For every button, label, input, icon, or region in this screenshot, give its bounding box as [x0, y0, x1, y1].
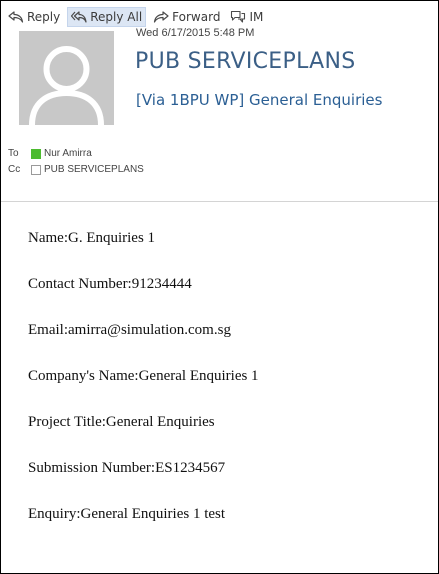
reply-all-label: Reply All — [90, 10, 143, 24]
instant-message-icon — [230, 10, 246, 24]
sender-avatar[interactable] — [19, 31, 114, 125]
body-line-submission-number: Submission Number:ES1234567 — [28, 460, 226, 476]
body-line-name: Name:G. Enquiries 1 — [28, 230, 156, 246]
reply-all-icon — [71, 10, 87, 24]
presence-unknown-icon — [31, 164, 41, 175]
message-subject: [Via 1BPU WP] General Enquiries — [136, 91, 383, 109]
to-recipient[interactable]: Nur Amirra — [44, 148, 92, 159]
reply-label: Reply — [27, 10, 61, 24]
forward-button[interactable]: Forward — [150, 7, 223, 27]
presence-available-icon — [31, 148, 41, 159]
body-line-company-name: Company's Name:General Enquiries 1 — [28, 368, 259, 384]
message-toolbar: Reply Reply All Forward IM — [5, 7, 270, 27]
to-row: To Nur Amirra — [8, 148, 92, 159]
email-reading-pane: Reply Reply All Forward IM Wed 6/17/2015… — [0, 0, 439, 574]
body-line-email: Email:amirra@simulation.com.sg — [28, 322, 231, 338]
sender-name[interactable]: PUB SERVICEPLANS — [135, 49, 356, 74]
cc-row: Cc PUB SERVICEPLANS — [8, 164, 144, 175]
cc-recipient[interactable]: PUB SERVICEPLANS — [44, 164, 144, 175]
body-line-enquiry: Enquiry:General Enquiries 1 test — [28, 506, 226, 522]
im-label: IM — [249, 10, 264, 24]
forward-label: Forward — [172, 10, 221, 24]
person-placeholder-icon — [19, 31, 114, 125]
body-line-contact-number: Contact Number:91234444 — [28, 276, 192, 292]
reply-icon — [8, 10, 24, 24]
reply-all-button[interactable]: Reply All — [67, 7, 147, 27]
im-button[interactable]: IM — [227, 7, 266, 27]
forward-icon — [153, 10, 169, 24]
to-label: To — [8, 148, 19, 159]
header-divider — [1, 201, 438, 202]
body-line-project-title: Project Title:General Enquiries — [28, 414, 215, 430]
sent-date: Wed 6/17/2015 5:48 PM — [136, 27, 255, 39]
reply-button[interactable]: Reply — [5, 7, 63, 27]
cc-label: Cc — [8, 164, 21, 175]
